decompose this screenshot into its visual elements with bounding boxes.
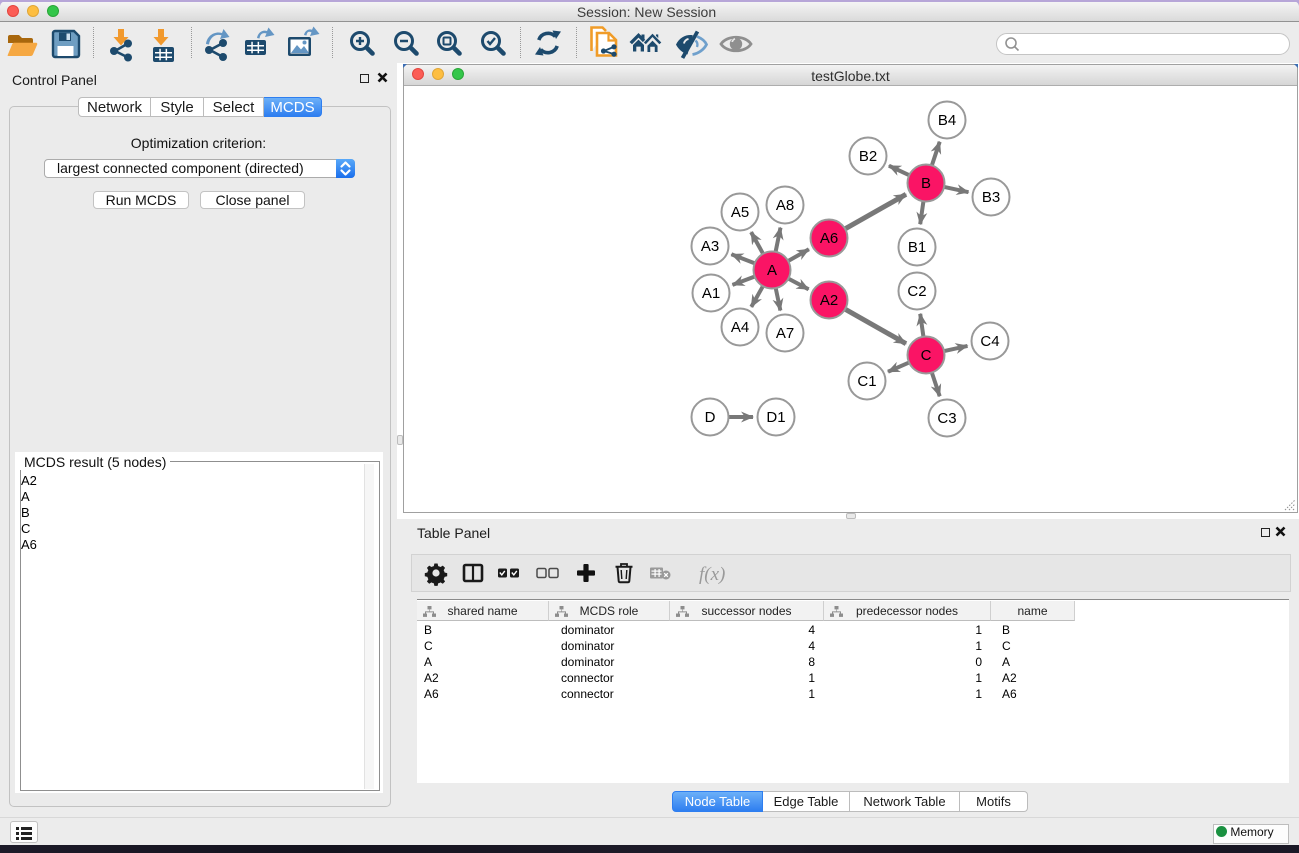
svg-text:A8: A8: [776, 197, 794, 214]
svg-text:B3: B3: [982, 189, 1000, 206]
svg-text:C3: C3: [937, 410, 956, 427]
svg-text:C1: C1: [857, 373, 876, 390]
svg-text:A6: A6: [820, 230, 838, 247]
svg-text:A2: A2: [820, 292, 838, 309]
svg-text:f(x): f(x): [699, 564, 725, 585]
svg-text:C4: C4: [980, 333, 999, 350]
svg-text:A3: A3: [701, 238, 719, 255]
svg-text:B1: B1: [908, 239, 926, 256]
svg-text:B4: B4: [938, 112, 956, 129]
svg-text:D: D: [705, 409, 716, 426]
svg-text:A7: A7: [776, 325, 794, 342]
svg-text:A1: A1: [702, 285, 720, 302]
svg-text:A5: A5: [731, 204, 749, 221]
svg-text:A4: A4: [731, 319, 749, 336]
svg-text:B: B: [921, 175, 931, 192]
svg-text:C2: C2: [907, 283, 926, 300]
svg-text:D1: D1: [766, 409, 785, 426]
svg-text:A: A: [767, 262, 777, 279]
svg-text:C: C: [921, 347, 932, 364]
svg-text:B2: B2: [859, 148, 877, 165]
